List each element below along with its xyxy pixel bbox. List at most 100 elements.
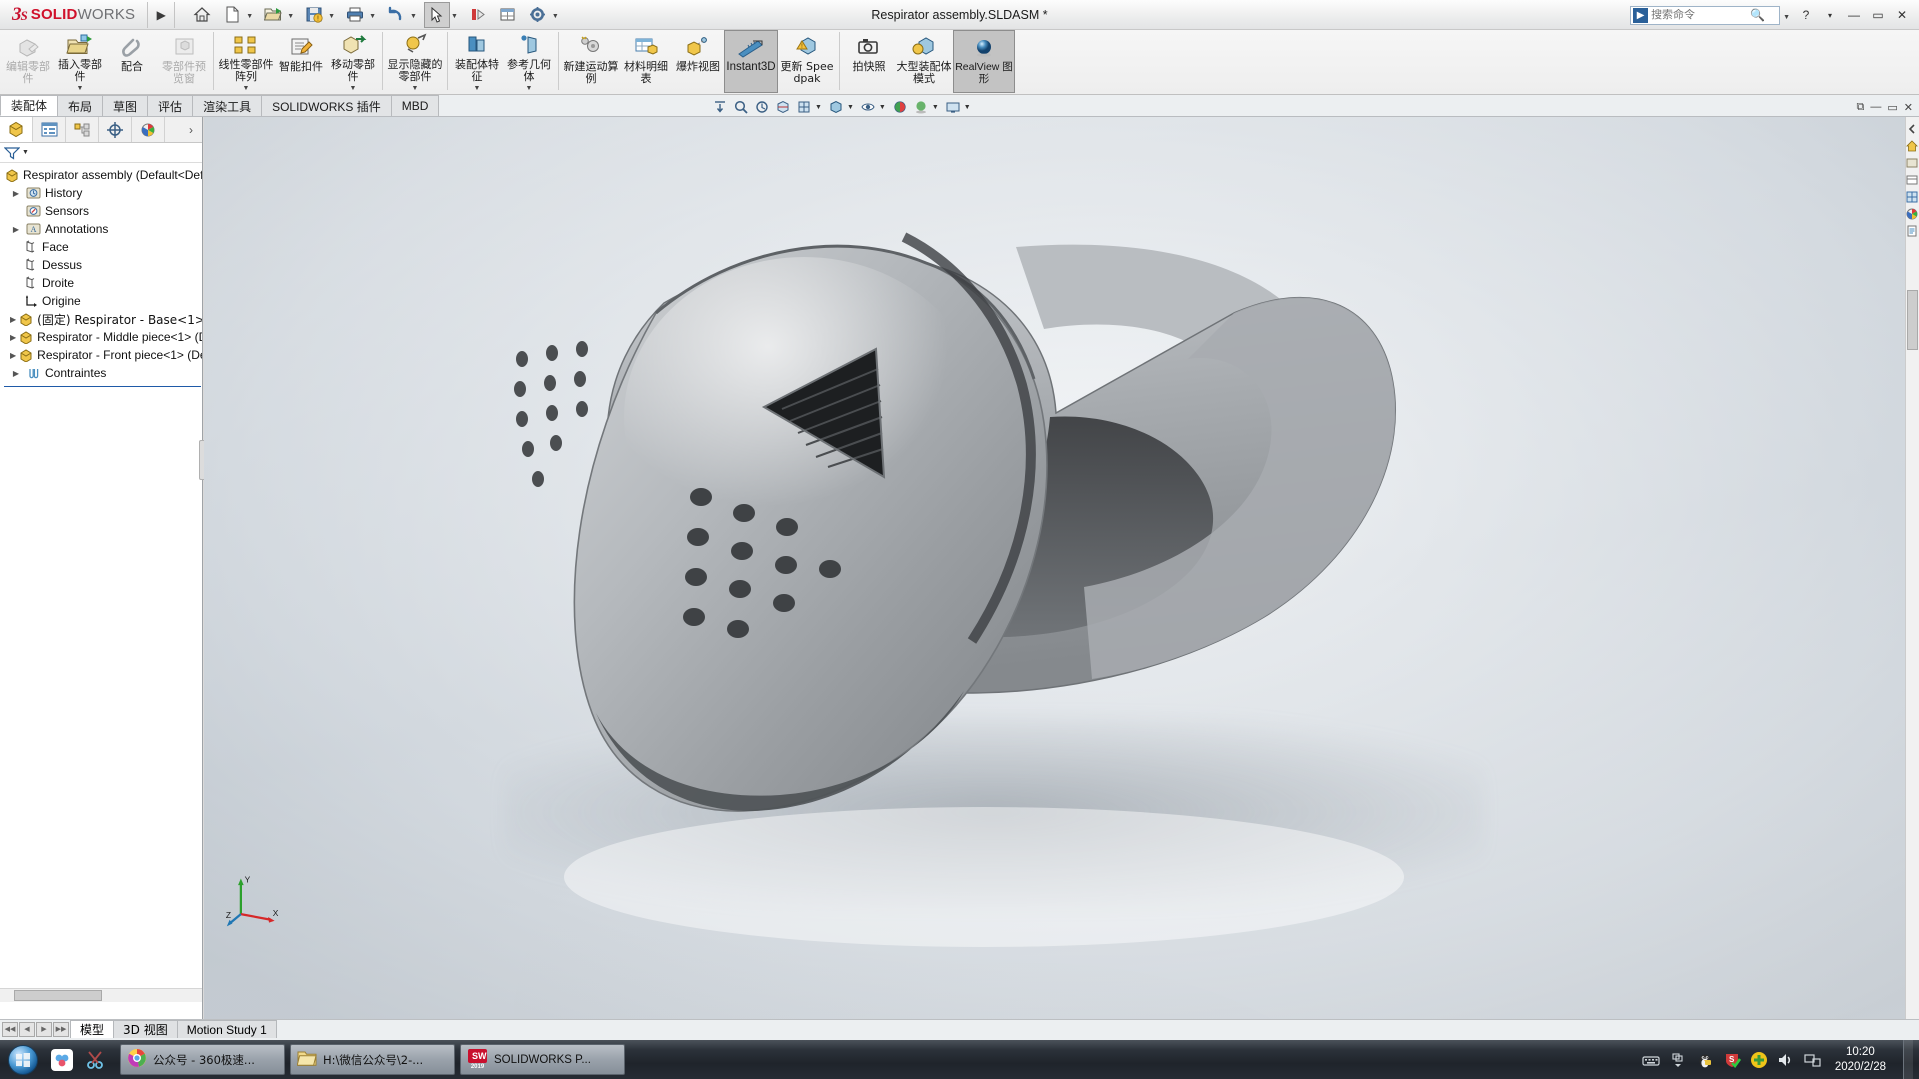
design-library-icon[interactable] [1906,157,1918,169]
feature-manager-more-tabs-icon[interactable]: › [180,123,202,137]
chevron-down-icon[interactable]: ▼ [22,149,29,156]
chevron-down-icon[interactable]: ▼ [245,13,256,20]
chevron-down-icon[interactable]: ▼ [964,104,971,111]
doc-close-button[interactable]: ✕ [1904,101,1913,114]
tab-render-tools[interactable]: 渲染工具 [192,95,263,116]
chevron-down-icon[interactable]: ▼ [551,13,562,20]
respirator-assembly-model[interactable] [204,117,1906,1019]
tree-filter-bar[interactable]: ▼ [0,143,202,163]
menu-expand-arrow-icon[interactable]: ▶ [150,1,172,29]
tree-item-annotations[interactable]: ▶ A Annotations [2,220,202,238]
show-hidden-icons-chevron[interactable] [1669,1051,1687,1069]
taskbar-window-explorer[interactable]: H:\微信公众号\2-... [290,1044,455,1075]
tab-layout[interactable]: 布局 [57,95,104,116]
save-icon[interactable]: ! [301,2,327,28]
chevron-down-icon[interactable]: ▼ [815,104,822,111]
design-library-home-icon[interactable] [1906,140,1918,152]
select-cursor-icon[interactable] [423,1,450,28]
chevron-down-icon[interactable]: ▼ [409,13,420,20]
tree-item-respirator-front[interactable]: ▶ Respirator - Front piece<1> (Defa [2,346,202,364]
plus-green-icon[interactable] [1750,1051,1768,1069]
ribbon-instant3d[interactable]: Instant3D [724,30,778,93]
tree-horizontal-scrollbar[interactable] [0,988,202,1002]
search-chevron-down-icon[interactable]: ▼ [1782,14,1793,21]
chevron-down-icon[interactable]: ▼ [847,104,854,111]
taskbar-clock[interactable]: 10:20 2020/2/28 [1831,1045,1894,1075]
search-icon[interactable]: 🔍 [1750,8,1765,22]
apply-scene-icon[interactable] [911,97,931,117]
tab-evaluate[interactable]: 评估 [147,95,194,116]
network-icon[interactable] [1804,1051,1822,1069]
ribbon-insert-component[interactable]: 插入零部件 ▼ [54,30,106,93]
section-view-icon[interactable] [773,97,793,117]
chevron-down-icon[interactable]: ▼ [526,83,533,95]
next-tab-button[interactable]: ▶ [36,1021,52,1037]
last-tab-button[interactable]: ▶▶ [53,1021,69,1037]
chevron-down-icon[interactable]: ▼ [368,13,379,20]
configuration-manager-tab[interactable] [66,117,99,142]
hide-show-items-icon[interactable] [858,97,878,117]
tree-toggle-mates[interactable]: ▶ [10,369,22,378]
tree-item-respirator-middle[interactable]: ▶ Respirator - Middle piece<1> (D [2,328,202,346]
chevron-down-icon[interactable]: ▼ [77,83,84,95]
tree-root-item[interactable]: Respirator assembly (Default<Defaul [2,166,202,184]
tab-assembly[interactable]: 装配体 [0,95,59,116]
display-manager-tab[interactable] [132,117,165,142]
open-folder-icon[interactable] [260,2,286,28]
cloud-sync-icon[interactable] [50,1048,74,1072]
tree-item-sensors[interactable]: Sensors [2,202,202,220]
keyboard-input-icon[interactable] [1642,1051,1660,1069]
previous-view-icon[interactable] [752,97,772,117]
ribbon-linear-pattern[interactable]: 线性零部件阵列 ▼ [217,30,275,93]
ribbon-update-speedpak[interactable]: ! 更新 Speedpak [778,30,836,93]
tree-toggle-front[interactable]: ▶ [10,351,16,360]
view-palette-icon[interactable] [1906,191,1918,203]
tree-item-face-plane[interactable]: Face [2,238,202,256]
appearances-scenes-icon[interactable] [1906,208,1918,220]
dimxpert-manager-tab[interactable] [99,117,132,142]
scrollbar-thumb[interactable] [14,990,102,1001]
search-input[interactable] [1651,9,1748,21]
feature-manager-tree-tab[interactable] [0,117,33,142]
show-desktop-button[interactable] [1903,1040,1913,1079]
chevron-down-icon[interactable]: ▼ [879,104,886,111]
qq-penguin-icon[interactable] [1696,1051,1714,1069]
property-manager-tab[interactable] [33,117,66,142]
study-tab-3d-views[interactable]: 3D 视图 [113,1020,178,1038]
ribbon-exploded-view[interactable]: 爆炸视图 [672,30,724,93]
chevron-down-icon[interactable]: ▼ [286,13,297,20]
chevron-down-icon[interactable]: ▼ [350,83,357,95]
ribbon-bill-of-materials[interactable]: 材料明细表 [620,30,672,93]
view-settings-icon[interactable] [943,97,963,117]
tab-sketch[interactable]: 草图 [102,95,149,116]
graphics-vertical-scrollbar-thumb[interactable] [1907,290,1918,350]
ribbon-mate[interactable]: 配合 [106,30,158,93]
tab-mbd[interactable]: MBD [390,95,440,116]
graphics-viewport[interactable]: Y X Z [204,117,1906,1019]
help-button[interactable]: ? [1795,3,1817,27]
search-command-box[interactable]: ▶ 🔍 [1630,5,1781,25]
chevron-down-icon[interactable]: ▼ [327,13,338,20]
ribbon-realview-graphics[interactable]: RealView 图形 [953,30,1015,93]
options-gear-icon[interactable] [525,2,551,28]
taskbar-window-solidworks[interactable]: S W 2019 SOLIDWORKS P... [460,1044,625,1075]
tree-toggle-annotations[interactable]: ▶ [10,225,22,234]
close-button[interactable]: ✕ [1891,3,1913,27]
tree-item-origine[interactable]: Origine [2,292,202,310]
ribbon-component-preview[interactable]: 零部件预览窗 [158,30,210,93]
antivirus-shield-icon[interactable]: S [1723,1051,1741,1069]
start-button[interactable] [0,1042,46,1078]
doc-maximize-button[interactable]: ▭ [1887,101,1897,114]
undo-icon[interactable] [383,2,409,28]
ribbon-move-component[interactable]: 移动零部件 ▼ [327,30,379,93]
custom-properties-icon[interactable] [1906,225,1918,237]
zoom-to-area-icon[interactable] [731,97,751,117]
print-icon[interactable] [342,2,368,28]
volume-speaker-icon[interactable] [1777,1051,1795,1069]
tree-item-history[interactable]: ▶ History [2,184,202,202]
chevron-down-icon[interactable]: ▼ [412,83,419,95]
ribbon-smart-fastener[interactable]: 智能扣件 [275,30,327,93]
ribbon-edit-component[interactable]: 编辑零部件 [2,30,54,93]
zoom-to-fit-icon[interactable] [710,97,730,117]
edit-appearance-icon[interactable] [890,97,910,117]
